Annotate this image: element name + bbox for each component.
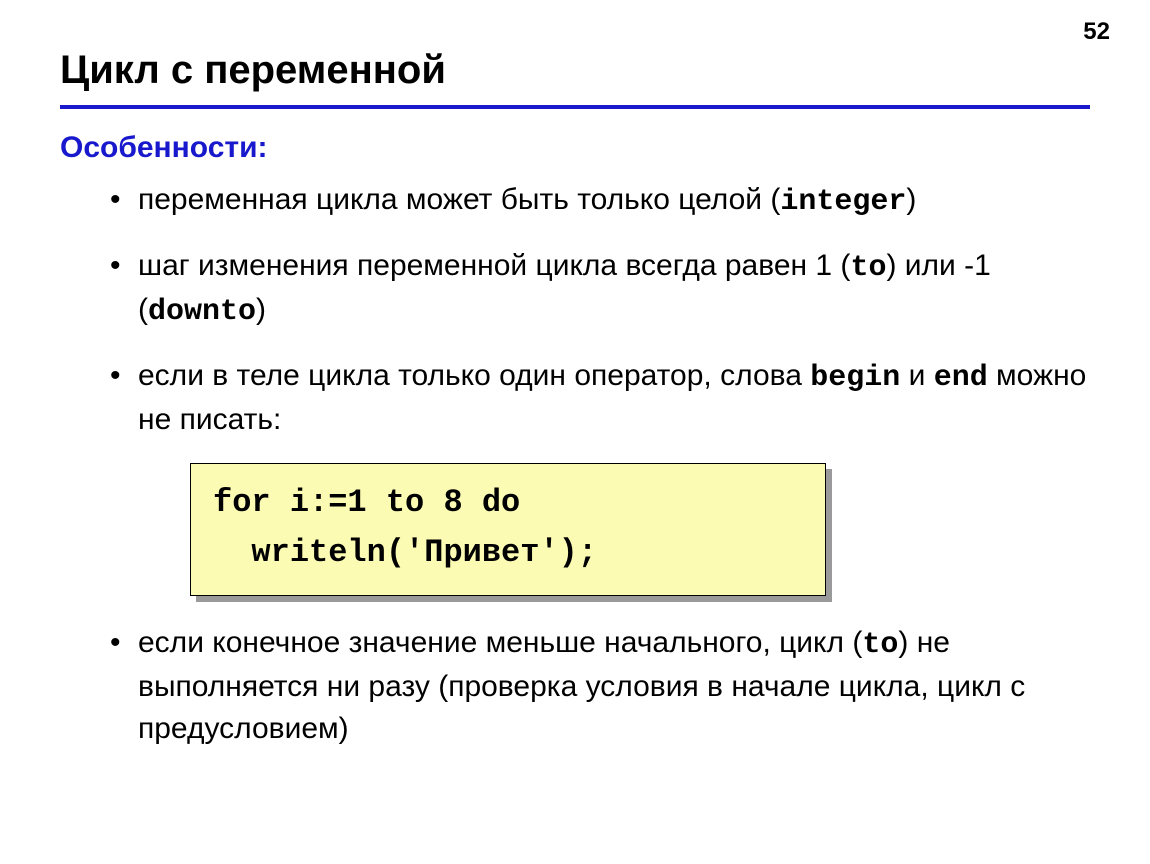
- keyword-end: end: [934, 361, 988, 395]
- page-number: 52: [1083, 18, 1110, 46]
- bullet-list-continued: если конечное значение меньше начального…: [110, 622, 1090, 750]
- keyword-to: to: [850, 251, 886, 285]
- code-block: for i:=1 to 8 do writeln('Привет');: [190, 463, 826, 596]
- bullet-item: переменная цикла может быть только целой…: [110, 179, 1090, 223]
- bullet-text: переменная цикла может быть только целой…: [138, 183, 780, 216]
- keyword-downto: downto: [148, 295, 256, 329]
- keyword-to: to: [862, 628, 898, 662]
- bullet-item: шаг изменения переменной цикла всегда ра…: [110, 245, 1090, 333]
- keyword-begin: begin: [810, 361, 900, 395]
- slide-title: Цикл с переменной: [60, 48, 1090, 93]
- bullet-text: если конечное значение меньше начального…: [138, 626, 862, 659]
- bullet-text: и: [900, 359, 933, 392]
- section-subhead: Особенности:: [60, 131, 1090, 165]
- title-rule: [60, 105, 1090, 109]
- slide: 52 Цикл с переменной Особенности: переме…: [0, 0, 1150, 864]
- bullet-text: ): [906, 183, 916, 216]
- bullet-item: если в теле цикла только один оператор, …: [110, 355, 1090, 441]
- keyword-integer: integer: [780, 185, 906, 219]
- bullet-item: если конечное значение меньше начального…: [110, 622, 1090, 750]
- bullet-list: переменная цикла может быть только целой…: [110, 179, 1090, 441]
- bullet-text: если в теле цикла только один оператор, …: [138, 359, 810, 392]
- bullet-text: ): [256, 293, 266, 326]
- bullet-text: шаг изменения переменной цикла всегда ра…: [138, 249, 850, 282]
